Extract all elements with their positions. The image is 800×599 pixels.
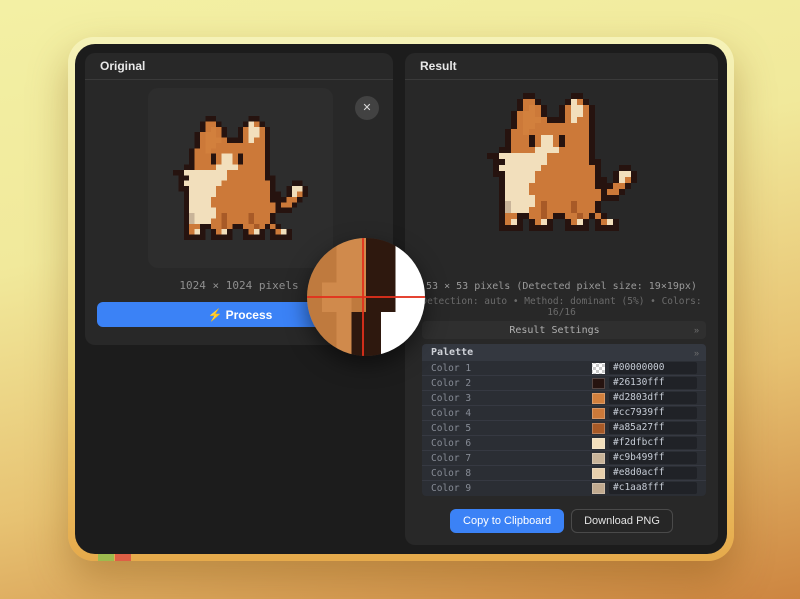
loupe-crosshair-horizontal bbox=[307, 296, 425, 298]
color-hex-field[interactable]: #00000000 bbox=[609, 362, 697, 374]
desktop-background: Original ✕ 1024 × 1024 pixels ⚡Process R… bbox=[0, 0, 800, 599]
color-hex-field[interactable]: #cc7939ff bbox=[609, 407, 697, 419]
result-panel-title: Result bbox=[405, 53, 718, 80]
result-actions: Copy to Clipboard Download PNG bbox=[405, 509, 718, 533]
result-pixel-art-image[interactable] bbox=[487, 93, 637, 231]
color-swatch[interactable] bbox=[592, 438, 605, 449]
color-hex-field[interactable]: #c1aa8fff bbox=[609, 482, 697, 494]
color-swatch[interactable] bbox=[592, 468, 605, 479]
color-swatch[interactable] bbox=[592, 453, 605, 464]
palette-collapse-icon[interactable]: » bbox=[687, 348, 706, 358]
color-label: Color 5 bbox=[431, 423, 592, 434]
color-swatch[interactable] bbox=[592, 378, 605, 389]
result-meta-label: Detection: auto • Method: dominant (5%) … bbox=[405, 296, 718, 318]
result-settings-label: Result Settings bbox=[422, 325, 687, 336]
color-swatch[interactable] bbox=[592, 363, 605, 374]
remove-image-button[interactable]: ✕ bbox=[355, 96, 379, 120]
color-label: Color 3 bbox=[431, 393, 592, 404]
collapse-icon[interactable]: » bbox=[687, 325, 706, 335]
color-swatch[interactable] bbox=[592, 393, 605, 404]
original-pixel-art-image[interactable] bbox=[173, 116, 308, 240]
color-swatch[interactable] bbox=[592, 408, 605, 419]
color-hex-field[interactable]: #c9b499ff bbox=[609, 452, 697, 464]
palette-header[interactable]: Palette » bbox=[422, 344, 706, 361]
color-hex-field[interactable]: #a85a27ff bbox=[609, 422, 697, 434]
color-hex-field[interactable]: #d2803dff bbox=[609, 392, 697, 404]
palette-color-row: Color 8 #e8d0acff bbox=[422, 465, 706, 480]
download-png-button[interactable]: Download PNG bbox=[571, 509, 673, 533]
result-image-container bbox=[405, 93, 718, 231]
close-icon: ✕ bbox=[362, 102, 371, 114]
color-hex-field[interactable]: #e8d0acff bbox=[609, 467, 697, 479]
loupe-crosshair-vertical bbox=[362, 238, 364, 356]
palette-color-row: Color 5 #a85a27ff bbox=[422, 420, 706, 435]
palette-color-row: Color 6 #f2dfbcff bbox=[422, 435, 706, 450]
palette-color-row: Color 1 #00000000 bbox=[422, 361, 706, 375]
palette-title: Palette bbox=[422, 347, 687, 358]
color-label: Color 4 bbox=[431, 408, 592, 419]
palette-color-row: Color 4 #cc7939ff bbox=[422, 405, 706, 420]
color-label: Color 7 bbox=[431, 453, 592, 464]
palette-color-row: Color 3 #d2803dff bbox=[422, 390, 706, 405]
lightning-bolt-icon: ⚡ bbox=[208, 308, 223, 322]
palette-color-row: Color 2 #26130fff bbox=[422, 375, 706, 390]
palette-panel: Palette » Color 1 #00000000 Color 2 #26130f… bbox=[422, 344, 706, 496]
copy-to-clipboard-button[interactable]: Copy to Clipboard bbox=[450, 509, 564, 533]
result-settings-header[interactable]: Result Settings » bbox=[422, 321, 706, 339]
color-hex-field[interactable]: #26130fff bbox=[609, 377, 697, 389]
color-label: Color 2 bbox=[431, 378, 592, 389]
original-panel-title: Original bbox=[85, 53, 393, 80]
color-hex-field[interactable]: #f2dfbcff bbox=[609, 437, 697, 449]
palette-color-row: Color 9 #c1aa8fff bbox=[422, 480, 706, 495]
result-panel: Result 53 × 53 pixels (Detected pixel si… bbox=[405, 53, 718, 545]
original-image-container bbox=[148, 88, 333, 268]
color-swatch[interactable] bbox=[592, 423, 605, 434]
magnifier-loupe[interactable] bbox=[307, 238, 425, 356]
color-label: Color 9 bbox=[431, 483, 592, 494]
color-label: Color 8 bbox=[431, 468, 592, 479]
palette-color-list: Color 1 #00000000 Color 2 #26130fff Color 3 #… bbox=[422, 361, 706, 495]
color-label: Color 6 bbox=[431, 438, 592, 449]
palette-color-row: Color 7 #c9b499ff bbox=[422, 450, 706, 465]
process-button-label: Process bbox=[226, 308, 273, 322]
color-label: Color 1 bbox=[431, 363, 592, 374]
result-dimensions-label: 53 × 53 pixels (Detected pixel size: 19×… bbox=[405, 281, 718, 292]
color-swatch[interactable] bbox=[592, 483, 605, 494]
